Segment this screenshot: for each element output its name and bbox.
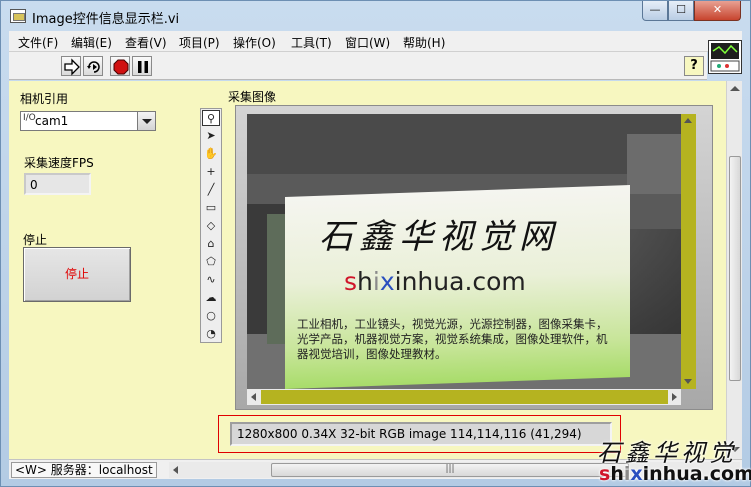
- pause-button[interactable]: [132, 56, 152, 76]
- menu-view[interactable]: 查看(V): [125, 34, 167, 51]
- title-bar[interactable]: Image控件信息显示栏.vi — ☐ ✕: [1, 1, 750, 31]
- image-label: 采集图像: [228, 90, 277, 104]
- image-scroll-right-icon[interactable]: [672, 393, 677, 401]
- card-logo-text: 石鑫华视觉网: [319, 217, 559, 257]
- zoom-tool-icon[interactable]: ⚲: [202, 110, 220, 126]
- stop-label: 停止: [23, 233, 48, 247]
- freehand-line-tool-icon[interactable]: ∿: [202, 272, 220, 288]
- line-tool-icon[interactable]: ╱: [202, 182, 220, 198]
- fps-indicator: 0: [24, 173, 91, 195]
- image-tool-palette: ⚲ ➤ ✋ + ╱ ▭ ◇ ⌂ ⬠ ∿ ☁ ○ ◔: [200, 108, 222, 343]
- camera-value: cam1: [35, 114, 69, 128]
- image-info-bar: 1280x800 0.34X 32-bit RGB image 114,114,…: [230, 422, 612, 446]
- freehand-region-tool-icon[interactable]: ☁: [202, 290, 220, 306]
- run-button[interactable]: [61, 56, 81, 76]
- window-title: Image控件信息显示栏.vi: [32, 12, 180, 27]
- toolbar: [9, 52, 707, 80]
- vi-connector-icon[interactable]: [708, 40, 742, 74]
- abort-icon: [113, 59, 129, 75]
- menu-tools[interactable]: 工具(T): [291, 34, 332, 51]
- menu-window[interactable]: 窗口(W): [345, 34, 390, 51]
- polygon-tool-icon[interactable]: ⬠: [202, 254, 220, 270]
- menu-help[interactable]: 帮助(H): [403, 34, 445, 51]
- hscroll-thumb[interactable]: |||: [271, 463, 629, 477]
- chevron-down-icon[interactable]: [137, 112, 155, 130]
- abort-button[interactable]: [110, 56, 130, 76]
- pan-tool-icon[interactable]: ✋: [202, 146, 220, 162]
- image-vscroll-track[interactable]: [682, 128, 695, 373]
- close-button[interactable]: ✕: [694, 1, 741, 21]
- pause-icon: [138, 61, 148, 73]
- scroll-thumb[interactable]: [729, 156, 741, 381]
- image-horizontal-scrollbar[interactable]: [247, 389, 681, 405]
- arc-tool-icon[interactable]: ◔: [202, 326, 220, 342]
- image-scroll-up-icon[interactable]: [684, 118, 692, 123]
- run-arrow-icon: [64, 58, 80, 76]
- execution-target[interactable]: <W> 服务器：localhost: [11, 462, 157, 478]
- camera-label: 相机引用: [20, 92, 69, 106]
- menu-bar: 文件(F) 编辑(E) 查看(V) 项目(P) 操作(O) 工具(T) 窗口(W…: [9, 31, 742, 52]
- menu-project[interactable]: 项目(P): [179, 34, 220, 51]
- run-continuously-icon: [87, 61, 100, 73]
- selection-tool-icon[interactable]: ➤: [202, 128, 220, 144]
- rotated-rectangle-tool-icon[interactable]: ◇: [202, 218, 220, 234]
- stop-button[interactable]: 停止: [23, 247, 131, 302]
- minimize-button[interactable]: —: [642, 1, 668, 21]
- oval-tool-icon[interactable]: ○: [202, 308, 220, 324]
- panel-vertical-scrollbar[interactable]: [726, 81, 742, 459]
- rectangle-tool-icon[interactable]: ▭: [202, 200, 220, 216]
- image-hscroll-track[interactable]: [261, 390, 668, 404]
- maximize-button[interactable]: ☐: [668, 1, 694, 21]
- io-refnum-icon: I/O: [23, 113, 36, 123]
- hscroll-left-arrow-icon[interactable]: [173, 466, 178, 474]
- menu-edit[interactable]: 编辑(E): [71, 34, 112, 51]
- camera-select[interactable]: I/O cam1: [20, 111, 156, 131]
- watermark-url: shixinhua.com: [599, 463, 751, 485]
- fps-label: 采集速度FPS: [24, 156, 94, 170]
- annulus-tool-icon[interactable]: ⌂: [202, 236, 220, 252]
- vi-window-icon: [10, 9, 26, 23]
- scroll-up-arrow-icon[interactable]: [730, 86, 740, 91]
- image-scroll-left-icon[interactable]: [251, 393, 256, 401]
- run-continuously-button[interactable]: [83, 56, 103, 76]
- image-scroll-down-icon[interactable]: [684, 379, 692, 384]
- menu-file[interactable]: 文件(F): [18, 34, 58, 51]
- menu-operate[interactable]: 操作(O): [233, 34, 276, 51]
- point-tool-icon[interactable]: +: [202, 164, 220, 180]
- labview-window: Image控件信息显示栏.vi — ☐ ✕ 文件(F) 编辑(E) 查看(V) …: [0, 0, 751, 487]
- image-vertical-scrollbar[interactable]: [681, 114, 696, 389]
- card-description-text: 工业相机，工业镜头，视觉光源，光源控制器，图像采集卡，光学产品，机器视觉方案，视…: [297, 317, 608, 361]
- context-help-button[interactable]: ?: [684, 56, 704, 76]
- card-url-text: shixinhua.com: [344, 267, 526, 296]
